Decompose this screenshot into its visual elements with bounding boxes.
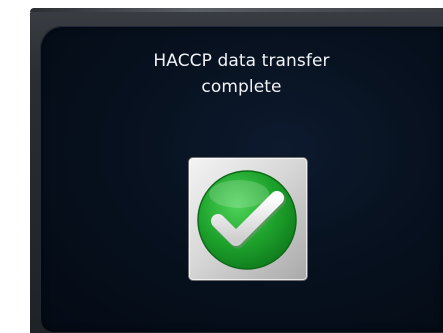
dialog-message: HACCP data transfer complete (40, 48, 443, 100)
success-icon-tile (189, 158, 307, 280)
message-line-2: complete (201, 77, 282, 97)
message-line-1: HACCP data transfer (153, 51, 330, 71)
frame-top-edge (30, 8, 443, 12)
checkmark-icon (197, 170, 297, 270)
transfer-complete-dialog: HACCP data transfer complete (40, 26, 443, 332)
